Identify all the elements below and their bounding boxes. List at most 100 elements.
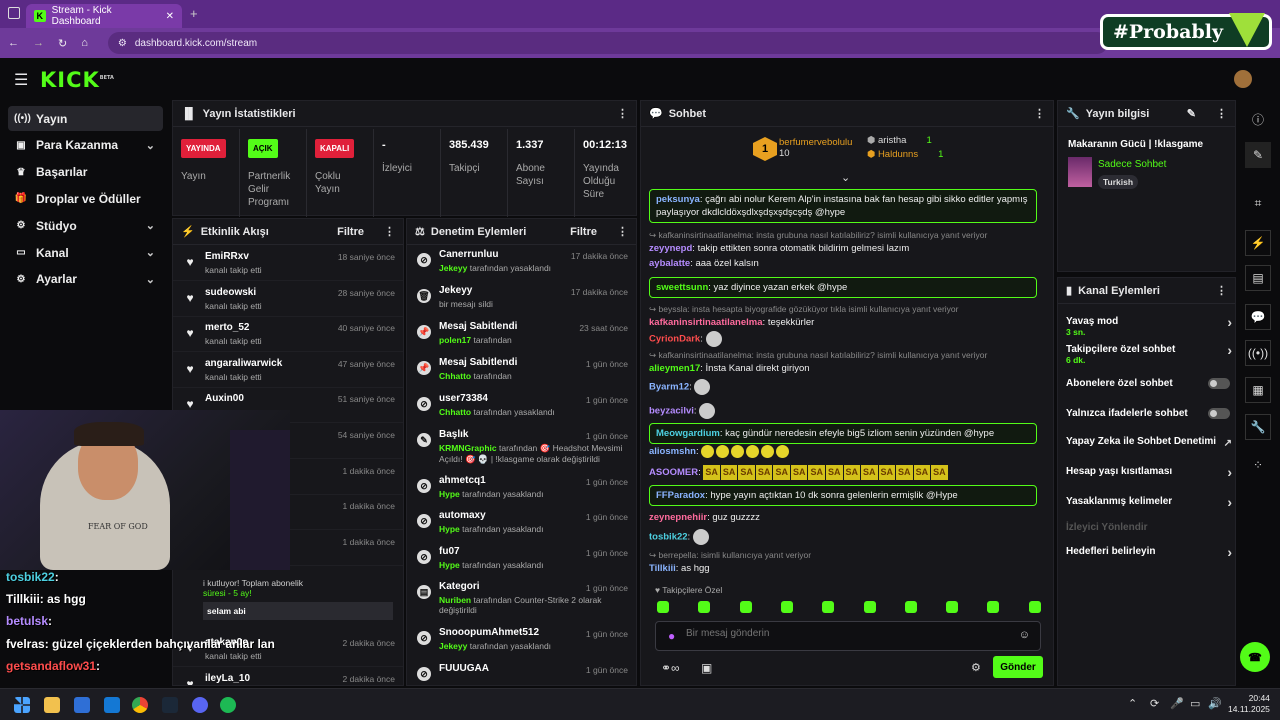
more-icon[interactable]: ⋮ [1216, 107, 1227, 120]
chat-username[interactable]: FFParadox [656, 490, 705, 501]
channel-action[interactable]: Takipçilere özel sohbet 6 dk. › [1066, 342, 1232, 365]
channel-action[interactable]: Yapay Zeka ile Sohbet Denetimi ↗ [1066, 436, 1232, 449]
send-button[interactable]: Gönder [993, 656, 1043, 678]
chat-input-box[interactable]: ● ☺ [655, 621, 1041, 651]
site-info-icon[interactable]: ⚙ [118, 38, 127, 49]
moderation-actor[interactable]: Chhatto [439, 371, 471, 381]
emote-button[interactable] [698, 601, 711, 613]
chat-username[interactable]: ASOOMER [649, 467, 698, 478]
emote-button[interactable] [657, 601, 669, 613]
moderation-actor[interactable]: Nuriben [439, 595, 471, 605]
wrench-icon[interactable]: 🔧 [1245, 414, 1271, 440]
moderation-actor[interactable]: Jekeyy [439, 641, 467, 651]
channel-action[interactable]: Yasaklanmış kelimeler › [1066, 494, 1232, 510]
chat-icon[interactable]: 💬 [1245, 304, 1271, 330]
chevron-down-icon[interactable]: ⌄ [146, 139, 155, 152]
clock[interactable]: 20:44 14.11.2025 [1228, 693, 1270, 715]
discord-icon[interactable] [192, 697, 208, 713]
store-icon[interactable]: ▣ [701, 661, 712, 675]
channel-action[interactable]: Hesap yaşı kısıtlaması › [1066, 464, 1232, 480]
menu-icon[interactable]: ☰ [14, 70, 28, 90]
apps-icon[interactable]: ⁘ [1245, 452, 1271, 478]
chat-username[interactable]: zeyynepd [649, 243, 692, 254]
chat-username[interactable]: alieymen17 [649, 363, 700, 374]
moderation-actor[interactable]: polen17 [439, 335, 471, 345]
chat-username[interactable]: sweettsunn [656, 282, 708, 293]
sidebar-item-2[interactable]: ♛ Başarılar [8, 160, 163, 185]
more-icon[interactable]: ⋮ [384, 225, 395, 238]
mic-icon[interactable]: ● [668, 629, 675, 643]
sidebar-item-6[interactable]: ⚙ Ayarlar ⌄ [8, 267, 163, 292]
moderation-actor[interactable]: Hype [439, 489, 460, 499]
category-link[interactable]: Sadece Sohbet [1098, 159, 1166, 170]
chevron-right-icon[interactable]: › [1227, 314, 1232, 330]
channel-action[interactable]: Hedefleri belirleyin › [1066, 544, 1232, 560]
emote-button[interactable] [946, 601, 959, 613]
sidebar-item-1[interactable]: ▣ Para Kazanma ⌄ [8, 133, 163, 158]
chat-username[interactable]: beyzacilvi [649, 406, 694, 417]
pencil-icon[interactable]: ✎ [1245, 142, 1271, 168]
broadcast-icon[interactable]: ((•)) [1245, 340, 1271, 366]
chat-username[interactable]: Byarm12 [649, 382, 689, 393]
moderation-actor[interactable]: Hype [439, 560, 460, 570]
chrome-icon[interactable] [132, 697, 148, 713]
top-gifter[interactable]: berfumervebolulu 10 [779, 137, 852, 159]
emote-button[interactable] [822, 601, 835, 613]
tab-actions-icon[interactable] [8, 7, 20, 19]
list-icon[interactable]: ▤ [1245, 265, 1271, 291]
chat-username[interactable]: aliosmshn [649, 446, 696, 457]
forward-icon[interactable]: → [33, 37, 44, 49]
emote-button[interactable] [739, 601, 752, 613]
network-icon[interactable]: ▭ [1190, 697, 1200, 710]
chevron-down-icon[interactable]: ⌄ [146, 273, 155, 286]
focus-icon[interactable]: ⌗ [1245, 190, 1271, 216]
sidebar-item-4[interactable]: ⚙ Stüdyo ⌄ [8, 213, 163, 238]
tray-chevron-icon[interactable]: ⌃ [1128, 697, 1137, 710]
start-icon[interactable] [14, 697, 30, 713]
emote-button[interactable] [904, 601, 917, 613]
channel-action[interactable]: Yalnızca ifadelerle sohbet [1066, 408, 1230, 419]
chevron-down-icon[interactable]: ⌄ [146, 246, 155, 259]
chevron-right-icon[interactable]: › [1227, 464, 1232, 480]
community-icon[interactable]: ⚭∞ [661, 661, 680, 675]
chat-username[interactable]: tosbik22 [649, 532, 688, 543]
file-explorer-icon[interactable] [44, 697, 60, 713]
support-icon[interactable]: ☎ [1240, 642, 1270, 672]
outlook-icon[interactable] [104, 697, 120, 713]
moderation-actor[interactable]: Hype [439, 524, 460, 534]
top-gifter[interactable]: ⬢ Haldunns 1 [867, 149, 943, 160]
emote-button[interactable] [1028, 601, 1041, 613]
moderation-icon[interactable]: ▦ [1245, 377, 1271, 403]
store-icon[interactable] [74, 697, 90, 713]
emote-button[interactable] [780, 601, 793, 613]
chat-username[interactable]: aybalatte [649, 258, 690, 269]
sidebar-item-0[interactable]: ((•)) Yayın [8, 106, 163, 131]
moderation-actor[interactable]: KRMNGraphic [439, 443, 497, 453]
new-tab-icon[interactable]: + [190, 6, 198, 21]
chat-username[interactable]: peksunya [656, 194, 700, 205]
volume-icon[interactable]: 🔊 [1208, 697, 1222, 710]
tag-chip[interactable]: Turkish [1098, 175, 1139, 189]
moderation-actor[interactable]: Jekeyy [439, 263, 467, 273]
activity-filter-button[interactable]: Filtre [337, 226, 364, 238]
more-icon[interactable]: ⋮ [617, 225, 628, 238]
emoji-icon[interactable]: ☺ [1019, 629, 1030, 641]
chat-settings-icon[interactable]: ⚙ [971, 661, 981, 674]
home-icon[interactable]: ⌂ [81, 37, 88, 49]
reload-icon[interactable]: ↻ [58, 37, 67, 50]
moderation-actor[interactable]: Chhatto [439, 407, 471, 417]
more-icon[interactable]: ⋮ [1034, 107, 1045, 120]
browser-tab[interactable]: K Stream - Kick Dashboard ✕ [26, 4, 182, 28]
steam-icon[interactable] [162, 697, 178, 713]
toggle-switch[interactable] [1208, 378, 1230, 389]
chat-username[interactable]: Tillkiii [649, 563, 676, 574]
chevron-down-icon[interactable]: ⌄ [146, 219, 155, 232]
sidebar-item-3[interactable]: 🎁 Droplar ve Ödüller [8, 186, 163, 211]
edit-icon[interactable]: ✎ [1187, 107, 1196, 120]
spotify-icon[interactable] [220, 697, 236, 713]
sync-icon[interactable]: ⟳ [1150, 697, 1159, 710]
chat-scrollbar[interactable] [1053, 551, 1054, 579]
mic-tray-icon[interactable]: 🎤 [1170, 697, 1184, 710]
info-icon[interactable]: ⓘ [1245, 106, 1271, 132]
toggle-switch[interactable] [1208, 408, 1230, 419]
